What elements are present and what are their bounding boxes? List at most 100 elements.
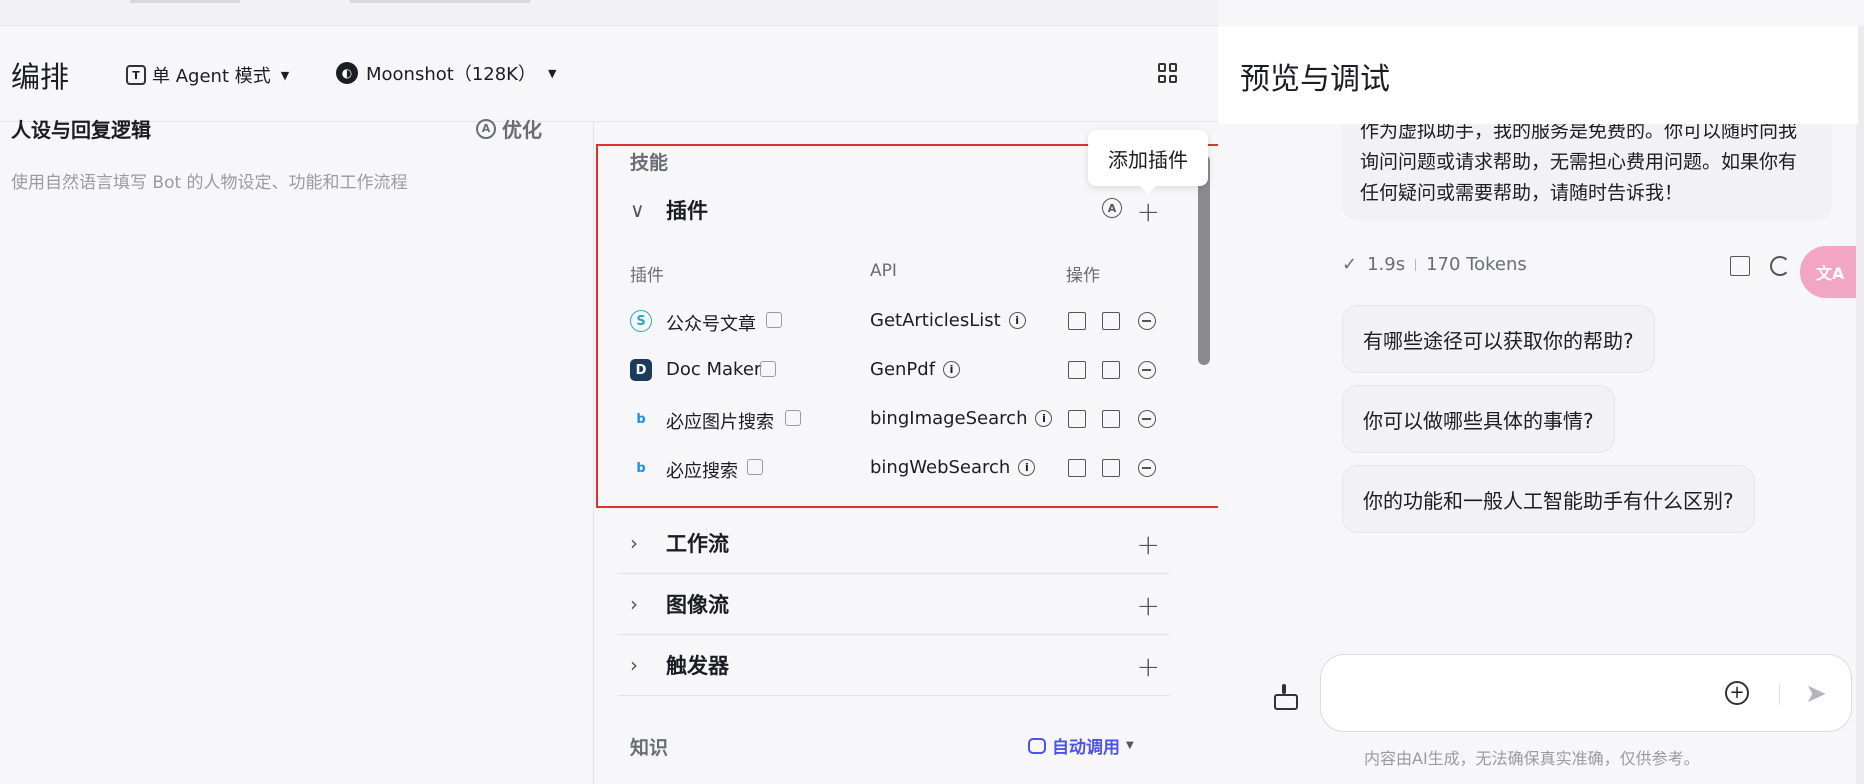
model-selector[interactable]: ◐ Moonshot（128K） ▼: [336, 60, 556, 86]
bing-icon: b: [636, 411, 646, 427]
imageflow-title: 图像流: [666, 593, 729, 617]
plugin-api: GetArticlesList i: [870, 310, 1026, 331]
info-icon[interactable]: i: [1008, 312, 1026, 329]
auto-add-ai-icon[interactable]: A: [1102, 198, 1122, 218]
remove-plugin-icon[interactable]: [1138, 312, 1156, 330]
add-to-prompt-icon[interactable]: [1102, 361, 1120, 379]
auto-call-label: 自动调用: [1052, 738, 1120, 758]
caret-down-icon: ▼: [547, 66, 557, 80]
copy-icon[interactable]: [1068, 361, 1086, 379]
auto-call-selector[interactable]: 自动调用 ▼: [1028, 733, 1134, 758]
meta-separator: [1415, 258, 1417, 271]
suggestion-chip[interactable]: 有哪些途径可以获取你的帮助?: [1342, 305, 1655, 373]
trigger-section-header[interactable]: › 触发器 +: [630, 640, 1170, 690]
preview-title: 预览与调试: [1240, 62, 1390, 97]
plugins-section-header[interactable]: ∨ 插件 A +: [630, 185, 1170, 235]
top-tab-indicator: [350, 0, 530, 3]
top-tab-indicator: [130, 0, 240, 3]
add-to-prompt-icon[interactable]: [1102, 410, 1120, 428]
clear-history-icon[interactable]: [1272, 684, 1298, 710]
plugin-row: b 必应图片搜索 bingImageSearch i: [630, 402, 1170, 442]
plugin-name: Doc Maker: [666, 359, 762, 380]
optimize-label: 优化: [502, 118, 542, 142]
add-workflow-plus-icon[interactable]: +: [1137, 528, 1160, 561]
chevron-right-icon: ›: [630, 592, 638, 616]
agent-mode-selector[interactable]: T 单 Agent 模式 ▼: [126, 62, 289, 88]
chevron-right-icon: ›: [630, 531, 638, 555]
plugin-name: 必应图片搜索: [666, 412, 774, 433]
copy-icon[interactable]: [1068, 459, 1086, 477]
robot-icon: [1028, 737, 1046, 754]
copy-icon[interactable]: [1068, 312, 1086, 330]
divider: [618, 634, 1170, 635]
plugin-api: GenPdf i: [870, 359, 961, 380]
chat-input[interactable]: + ➤: [1320, 654, 1852, 732]
workflow-section-header[interactable]: › 工作流 +: [630, 518, 1170, 568]
api-column-header: API: [870, 261, 897, 281]
api-name: bingImageSearch: [870, 408, 1028, 429]
check-icon: ✓: [1342, 254, 1358, 275]
plugins-title: 插件: [666, 199, 708, 223]
input-separator: [1779, 683, 1780, 705]
remove-plugin-icon[interactable]: [1138, 361, 1156, 379]
bing-icon: b: [636, 460, 646, 476]
actions-column-header: 操作: [1066, 266, 1100, 286]
divider: [618, 573, 1170, 574]
api-name: GetArticlesList: [870, 310, 1001, 331]
caret-down-icon: ▼: [280, 68, 290, 82]
info-icon[interactable]: i: [1035, 410, 1053, 427]
wechat-articles-icon: S: [630, 310, 652, 332]
persona-input[interactable]: 使用自然语言填写 Bot 的人物设定、功能和工作流程: [11, 168, 408, 193]
plugin-row: b 必应搜索 bingWebSearch i: [630, 451, 1170, 491]
divider: [618, 695, 1170, 696]
plugin-row: S 公众号文章 GetArticlesList i: [630, 304, 1170, 344]
store-icon: [747, 459, 763, 475]
persona-title: 人设与回复逻辑: [11, 118, 151, 142]
persona-section: [0, 122, 594, 784]
regenerate-icon[interactable]: [1770, 256, 1790, 276]
add-plugin-plus-icon[interactable]: +: [1137, 195, 1160, 228]
chevron-down-icon: ∨: [630, 198, 645, 222]
response-time: 1.9s: [1367, 254, 1406, 275]
add-to-prompt-icon[interactable]: [1102, 312, 1120, 330]
message-meta: ✓ 1.9s 170 Tokens: [1342, 254, 1527, 275]
plugin-api: bingWebSearch i: [870, 457, 1036, 478]
skills-scrollbar[interactable]: [1198, 155, 1210, 365]
copy-icon[interactable]: [1068, 410, 1086, 428]
add-trigger-plus-icon[interactable]: +: [1137, 650, 1160, 683]
api-name: GenPdf: [870, 359, 936, 380]
remove-plugin-icon[interactable]: [1138, 410, 1156, 428]
info-icon[interactable]: i: [943, 361, 961, 378]
copy-message-icon[interactable]: [1730, 256, 1750, 276]
layout-grid-icon[interactable]: [1158, 63, 1178, 83]
add-plugin-tooltip: 添加插件: [1088, 130, 1208, 194]
add-imageflow-plus-icon[interactable]: +: [1137, 589, 1160, 622]
ai-icon: A: [476, 118, 496, 139]
doc-maker-icon: D: [630, 359, 652, 381]
skills-label: 技能: [630, 152, 669, 174]
page-scrollbar[interactable]: [1856, 26, 1864, 784]
imageflow-section-header[interactable]: › 图像流 +: [630, 579, 1170, 629]
trigger-title: 触发器: [666, 654, 729, 678]
ai-disclaimer: 内容由AI生成，无法确保真实准确，仅供参考。: [1364, 749, 1700, 768]
agent-mode-label: 单 Agent 模式: [152, 66, 271, 87]
knowledge-label: 知识: [630, 737, 669, 759]
workflow-title: 工作流: [666, 532, 729, 556]
info-icon[interactable]: i: [1018, 459, 1036, 476]
send-icon[interactable]: ➤: [1805, 679, 1827, 709]
suggestion-chip[interactable]: 你可以做哪些具体的事情?: [1342, 385, 1615, 453]
translate-float-icon[interactable]: 文A: [1800, 246, 1864, 298]
plugin-column-header: 插件: [630, 266, 664, 286]
caret-down-icon: ▼: [1126, 740, 1134, 751]
card-icon[interactable]: [1102, 459, 1120, 477]
remove-plugin-icon[interactable]: [1138, 459, 1156, 477]
plugin-name: 必应搜索: [666, 461, 738, 482]
attach-plus-icon[interactable]: +: [1725, 681, 1749, 705]
preview-header: 预览与调试: [1218, 26, 1858, 124]
suggestion-chip[interactable]: 你的功能和一般人工智能助手有什么区别?: [1342, 465, 1755, 533]
optimize-button[interactable]: A 优化: [476, 114, 542, 143]
plugin-api: bingImageSearch i: [870, 408, 1053, 429]
store-icon: [766, 312, 782, 328]
token-count: 170 Tokens: [1426, 254, 1527, 275]
plugin-row: D Doc Maker GenPdf i: [630, 353, 1170, 393]
